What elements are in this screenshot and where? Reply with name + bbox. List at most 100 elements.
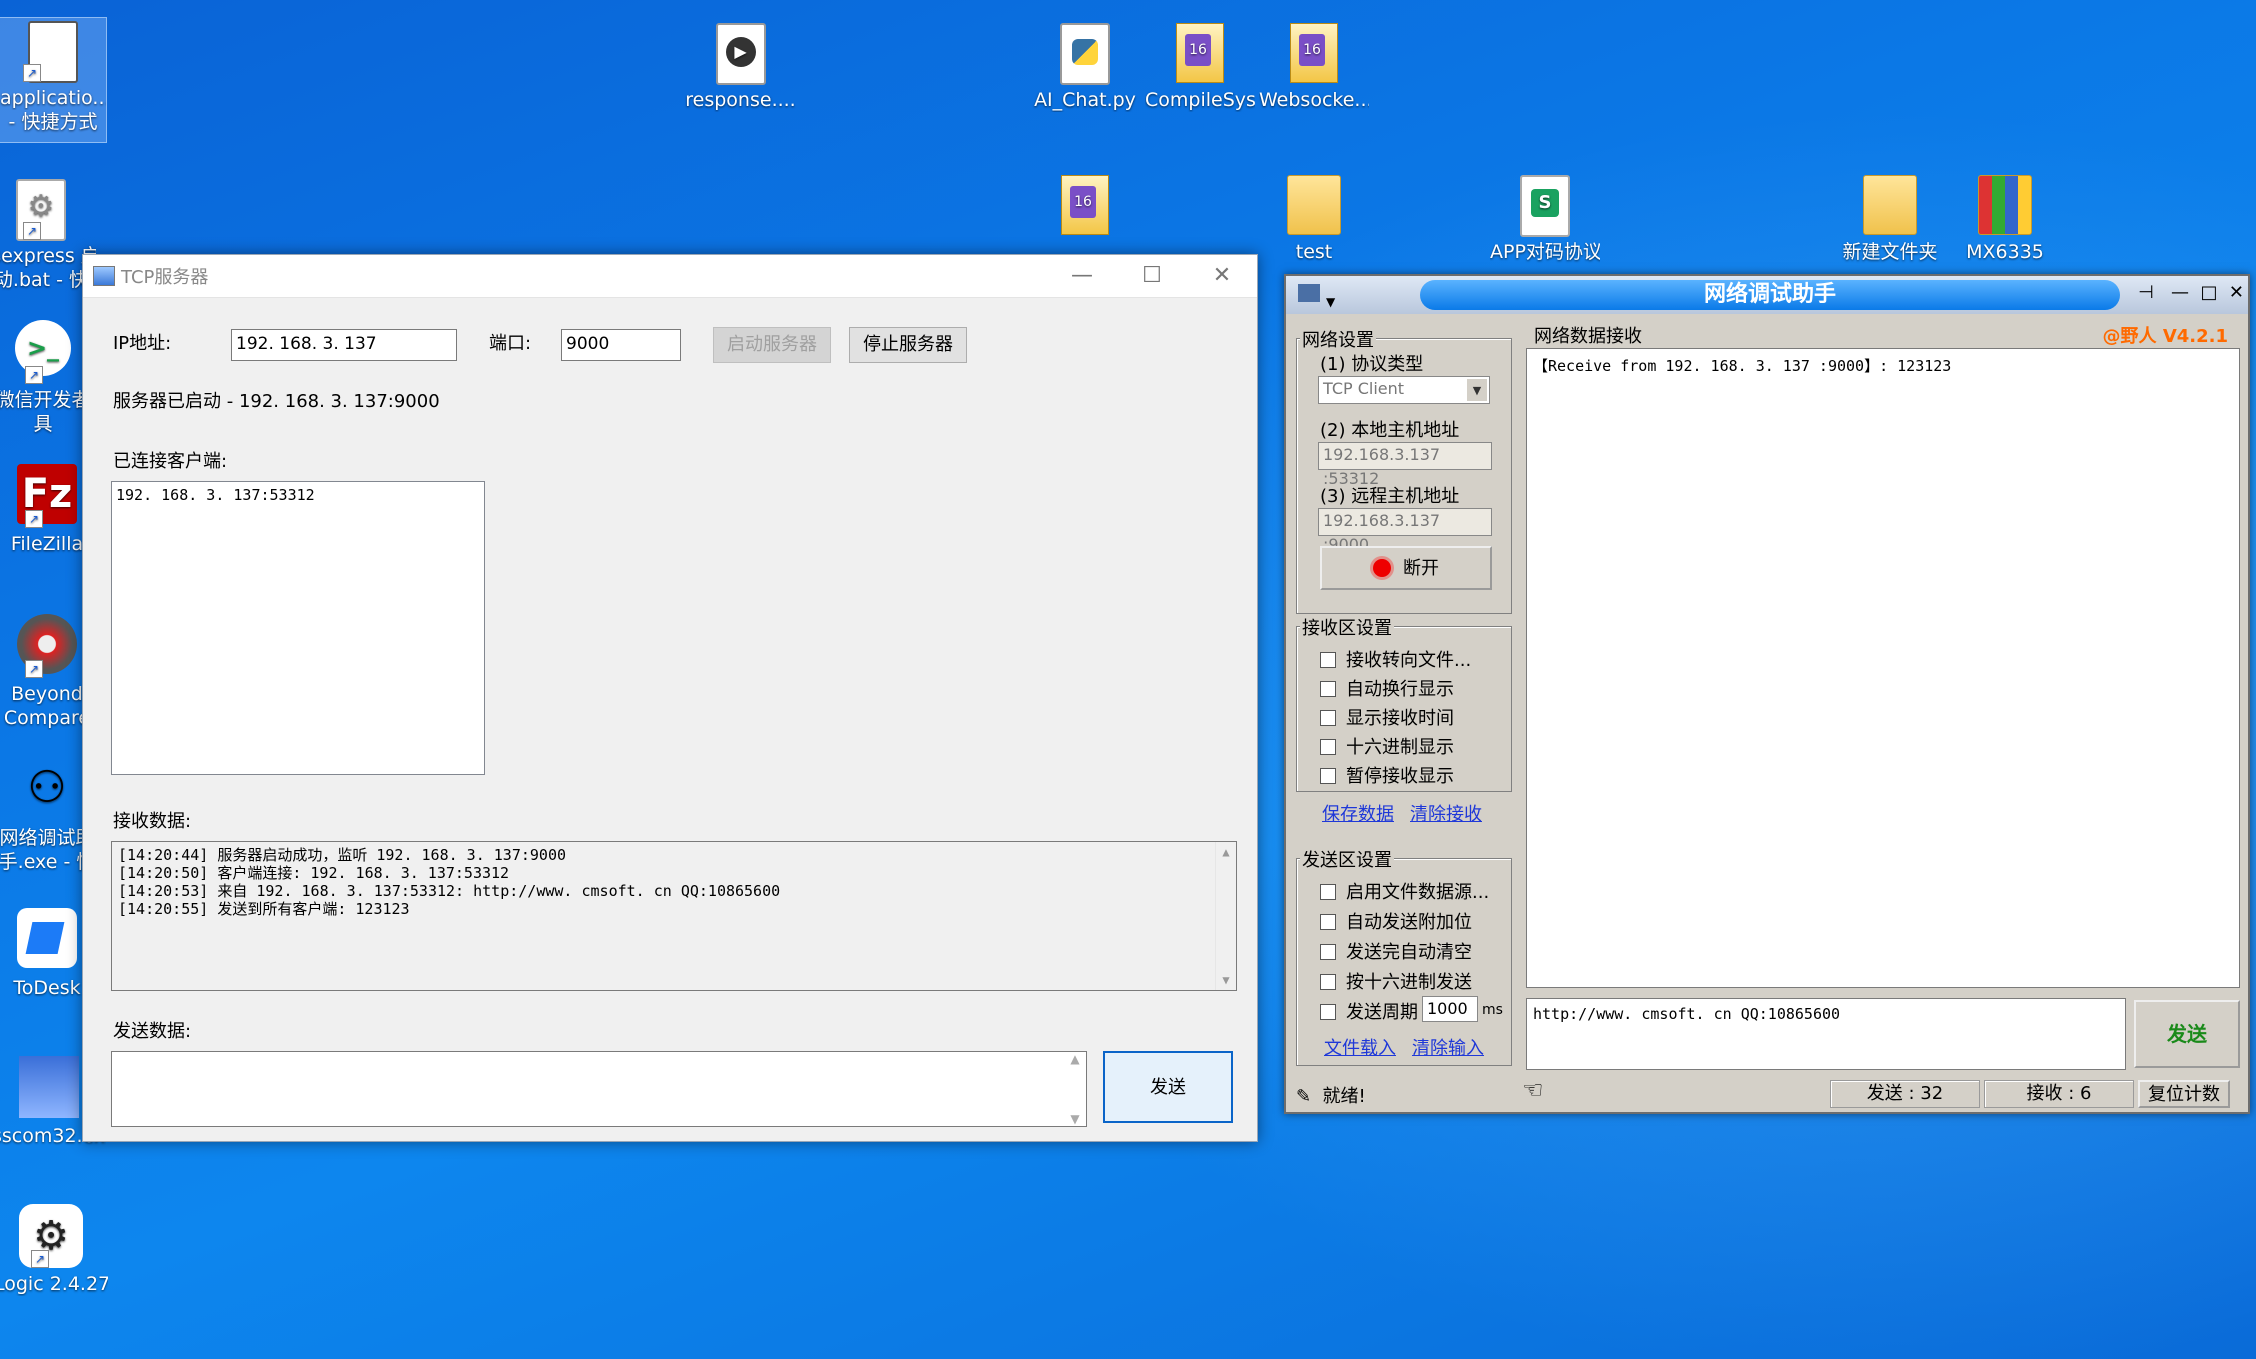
checkbox[interactable] [1320, 1004, 1336, 1020]
clear-input-link[interactable]: 清除输入 [1412, 1034, 1484, 1060]
protocol-select[interactable]: TCP Client ▼ [1318, 376, 1490, 404]
python-file-icon [1060, 23, 1110, 85]
window-title: 网络调试助手 [1420, 280, 2120, 310]
scroll-down-icon[interactable]: ▼ [1216, 970, 1236, 990]
desktop-icon-compilesys[interactable]: 16 CompileSys [1145, 20, 1255, 112]
send-button[interactable]: 发送 [2134, 1000, 2240, 1068]
checkbox[interactable] [1320, 914, 1336, 930]
icon-label: MX6335 [1966, 241, 2044, 263]
recv-option-wrap[interactable]: 自动换行显示 [1320, 675, 1454, 701]
recv-settings-title: 接收区设置 [1300, 614, 1394, 640]
maximize-button[interactable]: ☐ [1117, 255, 1187, 297]
recv-option-to-file[interactable]: 接收转向文件... [1320, 646, 1471, 672]
desktop-icon-app-protocol[interactable]: S APP对码协议 [1490, 172, 1600, 264]
recv-option-pause[interactable]: 暂停接收显示 [1320, 762, 1454, 788]
hand-pointer-icon: ☜ [1522, 1076, 1544, 1104]
close-button[interactable]: ✕ [1187, 255, 1257, 297]
desktop-icon-test-folder[interactable]: test [1259, 172, 1369, 264]
desktop-icon-ai-chat[interactable]: AI_Chat.py [1030, 20, 1140, 112]
icon-label: Logic 2.4.27 [0, 1273, 108, 1295]
visual-studio-solution-icon: 16 [1061, 175, 1109, 235]
send-option-file-source[interactable]: 启用文件数据源... [1320, 878, 1489, 904]
checkbox[interactable] [1320, 710, 1336, 726]
pin-icon[interactable]: ⊣ [2138, 282, 2154, 303]
receive-label: 接收数据: [113, 811, 192, 832]
send-button[interactable]: 发送 [1103, 1051, 1233, 1123]
checkbox[interactable] [1320, 652, 1336, 668]
send-input[interactable] [111, 1051, 1087, 1127]
shortcut-arrow-icon: ↗ [25, 366, 43, 384]
maximize-button[interactable]: □ [2200, 282, 2217, 303]
scroll-up-icon[interactable]: ▲ [1216, 842, 1236, 862]
media-file-icon: ▶ [715, 23, 766, 85]
receive-log[interactable]: [14:20:44] 服务器启动成功，监听 192. 168. 3. 137:9… [111, 841, 1237, 991]
checkbox[interactable] [1320, 974, 1336, 990]
window-titlebar: TCP服务器 — ☐ ✕ [83, 255, 1257, 298]
chevron-down-icon[interactable]: ▼ [1467, 379, 1487, 401]
connection-status-icon [1373, 559, 1391, 577]
window-titlebar: ▼ 网络调试助手 ⊣ — □ ✕ [1286, 276, 2248, 314]
local-host-field[interactable]: 192.168.3.137 :53312 [1318, 442, 1492, 488]
building-icon [19, 1056, 79, 1118]
save-data-link[interactable]: 保存数据 [1322, 800, 1394, 826]
receive-area[interactable]: 【Receive from 192. 168. 3. 137 :9000】: 1… [1526, 348, 2240, 988]
send-settings-title: 发送区设置 [1300, 846, 1394, 872]
desktop-icon-response[interactable]: ▶ response.... [683, 20, 798, 112]
send-option-append[interactable]: 自动发送附加位 [1320, 908, 1472, 934]
desktop-icon-application-shortcut[interactable]: ↗ applicatio... - 快捷方式 [0, 17, 107, 143]
port-input[interactable]: 9000 [561, 329, 681, 361]
send-option-hex[interactable]: 按十六进制发送 [1320, 968, 1472, 994]
desktop-icon-websocket[interactable]: 16 Websocke... [1259, 20, 1369, 112]
checkbox[interactable] [1320, 768, 1336, 784]
client-list-item[interactable]: 192. 168. 3. 137:53312 [116, 486, 480, 504]
server-status-text: 服务器已启动 - 192. 168. 3. 137:9000 [113, 391, 440, 412]
desktop-icon-new-folder[interactable]: 新建文件夹 [1835, 172, 1945, 264]
clear-receive-link[interactable]: 清除接收 [1410, 800, 1482, 826]
shortcut-arrow-icon: ↗ [23, 222, 41, 240]
checkbox[interactable] [1320, 884, 1336, 900]
ip-input[interactable]: 192. 168. 3. 137 [231, 329, 457, 361]
version-label: @野人 V4.2.1 [2102, 326, 2228, 347]
desktop-icon-logic[interactable]: ⚙ ↗ Logic 2.4.27 [0, 1204, 108, 1296]
ip-label: IP地址: [113, 333, 172, 354]
send-period-input[interactable]: 1000 [1422, 996, 1478, 1022]
stop-server-button[interactable]: 停止服务器 [849, 327, 967, 363]
window-title: TCP服务器 [121, 267, 209, 288]
minimize-button[interactable]: — [1047, 255, 1117, 297]
folder-icon [1287, 175, 1341, 235]
send-label: 发送数据: [113, 1021, 192, 1042]
netassist-window: ▼ 网络调试助手 ⊣ — □ ✕ 网络设置 (1) 协议类型 TCP Clien… [1284, 274, 2250, 1114]
protocol-label: (1) 协议类型 [1320, 354, 1424, 375]
send-option-auto-clear[interactable]: 发送完自动清空 [1320, 938, 1472, 964]
remote-host-field[interactable]: 192.168.3.137 :9000 [1318, 508, 1492, 554]
spreadsheet-icon: S [1520, 175, 1570, 237]
disconnect-button[interactable]: 断开 [1320, 546, 1492, 590]
shortcut-arrow-icon: ↗ [25, 660, 43, 678]
checkbox[interactable] [1320, 944, 1336, 960]
clients-listbox[interactable]: 192. 168. 3. 137:53312 [111, 481, 485, 775]
file-load-link[interactable]: 文件载入 [1324, 1034, 1396, 1060]
shortcut-arrow-icon: ↗ [23, 64, 41, 82]
received-text: 【Receive from 192. 168. 3. 137 :9000】: 1… [1533, 357, 1952, 375]
desktop-icon-mx6335[interactable]: MX6335 [1950, 172, 2060, 264]
icon-label: test [1295, 241, 1333, 263]
icon-label: response.... [685, 89, 796, 111]
start-server-button[interactable]: 启动服务器 [713, 327, 831, 363]
send-input-scrollbar[interactable]: ▲ ▼ [1065, 1052, 1085, 1126]
window-menu-icon[interactable]: ▼ [1292, 280, 1402, 310]
scroll-down-icon[interactable]: ▼ [1065, 1112, 1085, 1126]
minimize-button[interactable]: — [2171, 282, 2189, 303]
recv-option-time[interactable]: 显示接收时间 [1320, 704, 1454, 730]
checkbox[interactable] [1320, 681, 1336, 697]
tcp-server-window: TCP服务器 — ☐ ✕ IP地址: 192. 168. 3. 137 端口: … [82, 254, 1258, 1142]
log-scrollbar[interactable]: ▲ ▼ [1215, 842, 1236, 990]
reset-counter-button[interactable]: 复位计数 [2138, 1080, 2230, 1108]
scroll-up-icon[interactable]: ▲ [1065, 1052, 1085, 1066]
close-button[interactable]: ✕ [2229, 282, 2244, 303]
send-option-period[interactable]: 发送周期 [1320, 998, 1418, 1024]
recv-option-hex[interactable]: 十六进制显示 [1320, 733, 1454, 759]
send-area[interactable]: http://www. cmsoft. cn QQ:10865600 [1526, 998, 2126, 1070]
desktop-icon-vs-project[interactable]: 16 [1030, 172, 1140, 240]
net-settings-title: 网络设置 [1300, 326, 1376, 352]
checkbox[interactable] [1320, 739, 1336, 755]
